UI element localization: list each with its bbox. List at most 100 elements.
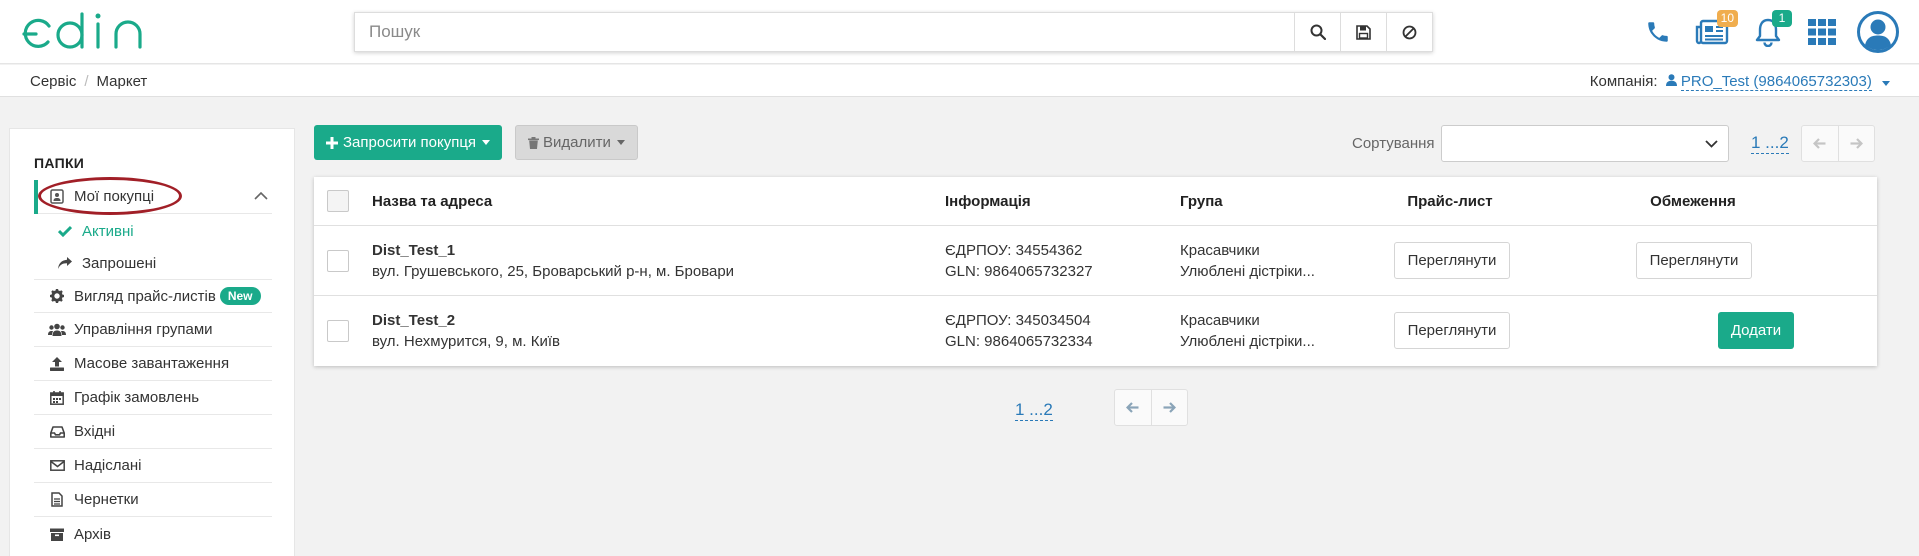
- sidebar-item-my-buyers[interactable]: Мої покупці: [34, 180, 272, 214]
- envelope-icon: [48, 460, 66, 471]
- sidebar-item-label: Масове завантаження: [74, 355, 230, 372]
- buyer-name[interactable]: Dist_Test_2: [372, 312, 455, 329]
- invite-buyer-button[interactable]: Запросити покупця: [314, 125, 503, 160]
- sidebar-item-label: Чернетки: [74, 491, 139, 508]
- view-restrictions-button[interactable]: Переглянути: [1636, 242, 1752, 279]
- name-address-cell: Dist_Test_2 вул. Нехмурится, 9, м. Київ: [372, 312, 560, 350]
- next-page-button[interactable]: [1837, 126, 1875, 161]
- column-header-price-list: Прайс-лист: [1407, 193, 1493, 210]
- check-icon: [56, 225, 74, 237]
- news-badge: 10: [1716, 10, 1738, 27]
- user-menu-button[interactable]: [1857, 11, 1899, 53]
- search-input[interactable]: [355, 13, 1294, 51]
- name-address-cell: Dist_Test_1 вул. Грушевського, 25, Брова…: [372, 242, 734, 280]
- prev-page-button[interactable]: [1802, 126, 1838, 161]
- column-header-group: Група: [1180, 193, 1223, 210]
- pagination-pages[interactable]: 1 ...2: [1751, 133, 1789, 154]
- bottom-pagination-pages[interactable]: 1 ...2: [1015, 400, 1053, 421]
- chevron-down-icon: [482, 140, 491, 145]
- buyer-name[interactable]: Dist_Test_1: [372, 242, 455, 259]
- row-checkbox[interactable]: [327, 250, 349, 272]
- sidebar-item-groups[interactable]: Управління групами: [34, 313, 272, 347]
- search-button[interactable]: [1294, 13, 1340, 51]
- pagination-nav: [1801, 125, 1875, 162]
- breadcrumb: Сервіс / Маркет: [30, 73, 147, 90]
- group-name: Улюблені дістріки...: [1180, 333, 1315, 350]
- new-badge: New: [219, 287, 261, 305]
- next-page-button[interactable]: [1150, 390, 1188, 425]
- sidebar-item-bulk-upload[interactable]: Масове завантаження: [34, 347, 272, 381]
- breadcrumb-bar: Сервіс / Маркет Компанія: PRO_Test (986406…: [0, 65, 1919, 97]
- buyer-address: вул. Грушевського, 25, Броварський р-н, …: [372, 263, 735, 280]
- chevron-down-icon[interactable]: [1882, 81, 1890, 86]
- sidebar-item-label: Вигляд прайс-листів: [74, 287, 216, 305]
- sort-label: Сортування: [1352, 135, 1435, 152]
- phone-icon: [1648, 22, 1668, 42]
- phone-button[interactable]: [1640, 14, 1676, 50]
- table-row: Dist_Test_2 вул. Нехмурится, 9, м. Київ …: [314, 296, 1877, 366]
- buyer-gln: GLN: 9864065732327: [945, 263, 1093, 280]
- breadcrumb-item-market: Маркет: [96, 73, 148, 90]
- company-link[interactable]: PRO_Test (9864065732303): [1680, 73, 1872, 91]
- view-price-list-button[interactable]: Переглянути: [1394, 242, 1510, 279]
- breadcrumb-separator: /: [84, 73, 89, 90]
- apps-button[interactable]: [1804, 14, 1840, 50]
- sidebar-item-order-schedule[interactable]: Графік замовлень: [34, 381, 272, 415]
- users-icon: [48, 323, 66, 336]
- news-button[interactable]: 10: [1694, 10, 1738, 50]
- group-cell: Красавчики Улюблені дістріки...: [1180, 242, 1315, 280]
- plus-icon: [326, 136, 338, 149]
- row-checkbox[interactable]: [327, 320, 349, 342]
- save-icon: [1356, 24, 1371, 40]
- buyer-edrpou: ЄДРПОУ: 34554362: [945, 242, 1083, 259]
- sidebar-item-inbox[interactable]: Вхідні: [34, 415, 272, 449]
- sidebar-item-label: Архів: [74, 525, 111, 543]
- upload-icon: [48, 356, 66, 371]
- search-bar: [354, 12, 1433, 52]
- apps-grid-icon: [1808, 19, 1836, 45]
- active-indicator: [34, 180, 38, 214]
- buyer-gln: GLN: 9864065732334: [945, 333, 1093, 350]
- column-header-name: Назва та адреса: [372, 193, 493, 210]
- chevron-up-icon[interactable]: [254, 191, 268, 200]
- add-restriction-button[interactable]: Додати: [1718, 312, 1794, 349]
- sidebar-item-label: Графік замовлень: [74, 389, 200, 406]
- clear-search-button[interactable]: [1386, 13, 1432, 51]
- sidebar-item-label: Вхідні: [74, 423, 116, 440]
- sidebar-item-sent[interactable]: Надіслані: [34, 449, 272, 483]
- prev-page-button[interactable]: [1115, 390, 1151, 425]
- sort-select[interactable]: [1441, 125, 1729, 162]
- arrow-left-icon: [1813, 138, 1826, 149]
- invite-buyer-label: Запросити покупця: [343, 134, 477, 151]
- save-search-button[interactable]: [1340, 13, 1386, 51]
- sidebar-item-drafts[interactable]: Чернетки: [34, 483, 272, 517]
- sidebar: ПАПКИ Мої покупці Активні Запрошені Вигл…: [9, 128, 295, 556]
- delete-label: Видалити: [543, 134, 611, 151]
- group-name: Красавчики: [1180, 312, 1260, 329]
- table-header: Назва та адреса Інформація Група Прайс-л…: [314, 177, 1877, 226]
- notifications-button[interactable]: 1: [1750, 10, 1792, 50]
- buyer-address: вул. Нехмурится, 9, м. Київ: [372, 333, 561, 350]
- column-header-restrictions: Обмеження: [1650, 193, 1736, 210]
- sidebar-item-archive[interactable]: Архів: [34, 517, 272, 551]
- company-label: Компанія:: [1589, 73, 1658, 90]
- arrow-left-icon: [1126, 402, 1139, 413]
- sidebar-item-label: Активні: [82, 222, 134, 240]
- breadcrumb-item-service[interactable]: Сервіс: [30, 73, 76, 90]
- sidebar-item-label: Запрошені: [82, 254, 157, 272]
- edin-logo[interactable]: [18, 12, 163, 54]
- sidebar-item-active[interactable]: Активні: [34, 214, 272, 248]
- select-all-checkbox[interactable]: [327, 190, 349, 212]
- sidebar-item-label: Мої покупці: [74, 188, 155, 205]
- view-price-list-button[interactable]: Переглянути: [1394, 312, 1510, 349]
- delete-button[interactable]: Видалити: [515, 125, 638, 160]
- sidebar-item-label: Надіслані: [74, 457, 142, 474]
- table-row: Dist_Test_1 вул. Грушевського, 25, Брова…: [314, 226, 1877, 296]
- sidebar-item-price-view[interactable]: Вигляд прайс-листів New: [34, 279, 272, 313]
- notifications-badge: 1: [1772, 10, 1792, 27]
- share-icon: [56, 256, 74, 270]
- calendar-icon: [48, 390, 66, 405]
- info-cell: ЄДРПОУ: 345034504 GLN: 9864065732334: [945, 312, 1093, 350]
- group-name: Улюблені дістріки...: [1180, 263, 1315, 280]
- sidebar-item-invited[interactable]: Запрошені: [34, 246, 272, 280]
